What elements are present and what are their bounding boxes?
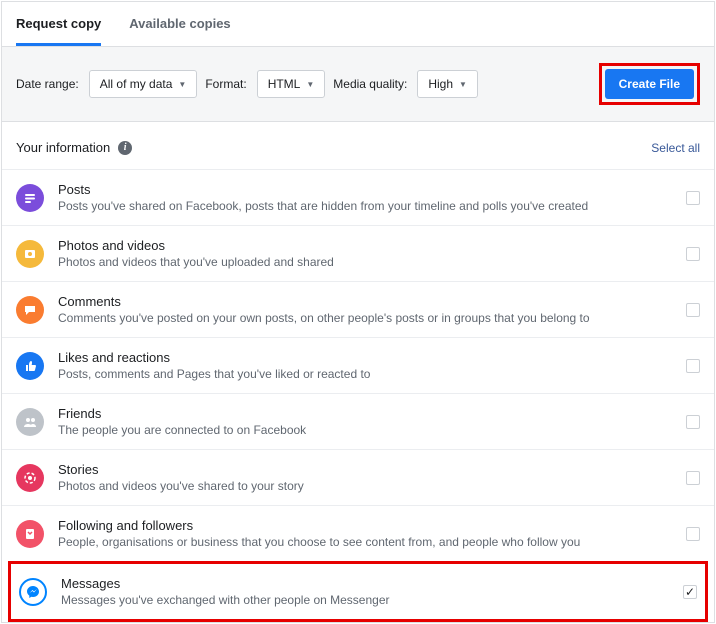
checkbox-posts[interactable] [686,191,700,205]
friends-icon [16,408,44,436]
following-icon [16,520,44,548]
item-stories: Stories Photos and videos you've shared … [2,449,714,505]
your-information-section: Your information i Select all Posts Post… [2,122,714,622]
item-comments: Comments Comments you've posted on your … [2,281,714,337]
item-posts: Posts Posts you've shared on Facebook, p… [2,169,714,225]
item-title: Comments [58,294,672,309]
controls-bar: Date range: All of my data ▼ Format: HTM… [2,47,714,122]
item-messages: Messages Messages you've exchanged with … [8,561,708,622]
caret-down-icon: ▼ [306,80,314,89]
download-your-information-panel: Request copy Available copies Date range… [1,1,715,623]
checkbox-stories[interactable] [686,471,700,485]
select-all-link[interactable]: Select all [651,141,700,155]
item-title: Posts [58,182,672,197]
date-range-value: All of my data [100,77,173,91]
item-title: Friends [58,406,672,421]
item-likes: Likes and reactions Posts, comments and … [2,337,714,393]
item-photos-videos: Photos and videos Photos and videos that… [2,225,714,281]
format-label: Format: [205,77,246,91]
info-icon[interactable]: i [118,141,132,155]
media-quality-select[interactable]: High ▼ [417,70,478,98]
checkbox-following[interactable] [686,527,700,541]
item-desc: Comments you've posted on your own posts… [58,311,672,325]
item-title: Following and followers [58,518,672,533]
checkbox-messages[interactable] [683,585,697,599]
checkbox-photos[interactable] [686,247,700,261]
checkbox-likes[interactable] [686,359,700,373]
section-header: Your information i Select all [2,122,714,169]
photos-icon [16,240,44,268]
item-desc: People, organisations or business that y… [58,535,672,549]
posts-icon [16,184,44,212]
tab-request-copy[interactable]: Request copy [16,2,101,46]
comments-icon [16,296,44,324]
tab-available-copies[interactable]: Available copies [129,2,230,46]
like-icon [16,352,44,380]
media-quality-label: Media quality: [333,77,407,91]
item-friends: Friends The people you are connected to … [2,393,714,449]
checkbox-comments[interactable] [686,303,700,317]
item-desc: Posts, comments and Pages that you've li… [58,367,672,381]
item-title: Likes and reactions [58,350,672,365]
item-title: Photos and videos [58,238,672,253]
format-select[interactable]: HTML ▼ [257,70,326,98]
item-title: Stories [58,462,672,477]
section-title: Your information [16,140,110,155]
messenger-icon [19,578,47,606]
date-range-label: Date range: [16,77,79,91]
item-desc: Posts you've shared on Facebook, posts t… [58,199,672,213]
caret-down-icon: ▼ [459,80,467,89]
stories-icon [16,464,44,492]
format-value: HTML [268,77,301,91]
create-file-button[interactable]: Create File [605,69,694,99]
item-desc: The people you are connected to on Faceb… [58,423,672,437]
item-desc: Photos and videos you've shared to your … [58,479,672,493]
item-following: Following and followers People, organisa… [2,505,714,561]
media-quality-value: High [428,77,453,91]
caret-down-icon: ▼ [178,80,186,89]
date-range-select[interactable]: All of my data ▼ [89,70,198,98]
checkbox-friends[interactable] [686,415,700,429]
tabs-bar: Request copy Available copies [2,2,714,47]
item-desc: Messages you've exchanged with other peo… [61,593,669,607]
create-file-highlight: Create File [599,63,700,105]
item-desc: Photos and videos that you've uploaded a… [58,255,672,269]
item-title: Messages [61,576,669,591]
